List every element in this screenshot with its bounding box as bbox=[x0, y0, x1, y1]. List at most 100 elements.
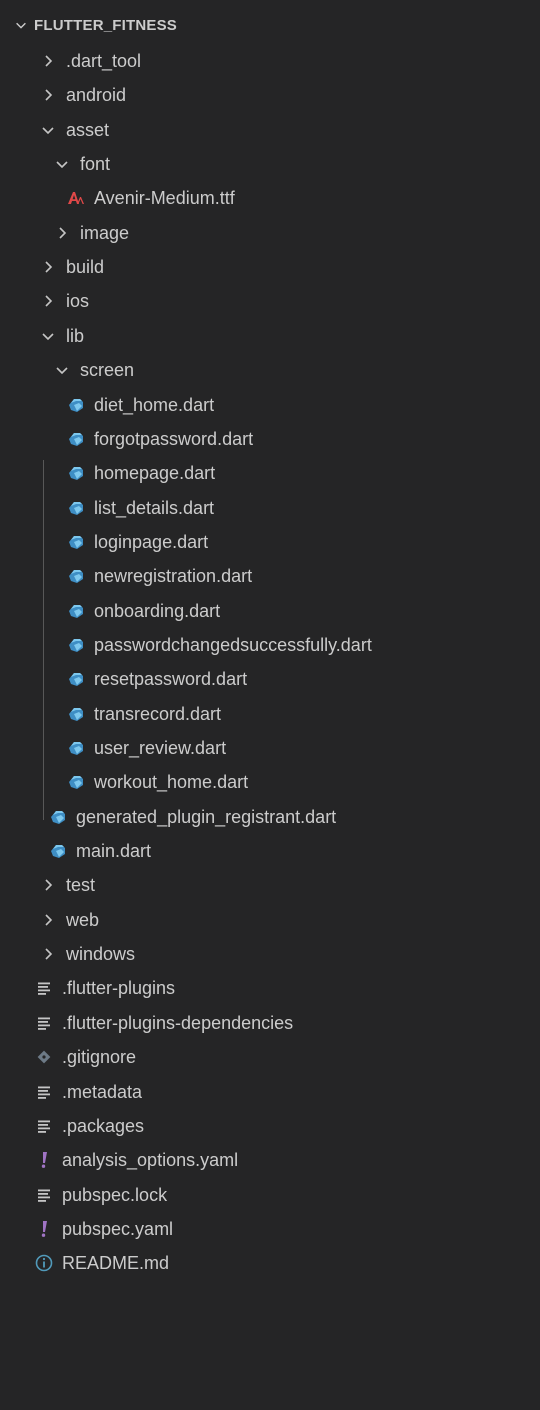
folder-item-lib[interactable]: lib bbox=[0, 319, 540, 353]
dart-file-icon bbox=[48, 841, 68, 861]
dart-file-icon bbox=[66, 395, 86, 415]
chevron-right-icon bbox=[38, 85, 58, 105]
dart-file-icon bbox=[66, 463, 86, 483]
dart-file-icon bbox=[66, 772, 86, 792]
file-item-resetpassword-dart[interactable]: resetpassword.dart bbox=[0, 662, 540, 696]
chevron-right-icon bbox=[38, 51, 58, 71]
folder-item-ios[interactable]: ios bbox=[0, 284, 540, 318]
text-lines-icon bbox=[34, 978, 54, 998]
folder-item-test[interactable]: test bbox=[0, 868, 540, 902]
file-label: .flutter-plugins bbox=[62, 978, 176, 998]
folder-label: android bbox=[66, 85, 127, 105]
file-label: .metadata bbox=[62, 1082, 143, 1102]
folder-label: lib bbox=[66, 326, 85, 346]
file-item-packages[interactable]: .packages bbox=[0, 1109, 540, 1143]
folder-label: test bbox=[66, 875, 96, 895]
file-item-gitignore[interactable]: .gitignore bbox=[0, 1040, 540, 1074]
info-circle-icon bbox=[34, 1253, 54, 1273]
folder-item-dart-tool[interactable]: .dart_tool bbox=[0, 44, 540, 78]
dart-file-icon bbox=[48, 807, 68, 827]
dart-file-icon bbox=[66, 566, 86, 586]
explorer-section-title: FLUTTER_FITNESS bbox=[34, 16, 178, 34]
file-item-transrecord-dart[interactable]: transrecord.dart bbox=[0, 697, 540, 731]
font-file-icon bbox=[66, 188, 86, 208]
file-item-analysis-options-yaml[interactable]: analysis_options.yaml bbox=[0, 1143, 540, 1177]
text-lines-icon bbox=[34, 1082, 54, 1102]
folder-item-build[interactable]: build bbox=[0, 250, 540, 284]
file-item-readme-md[interactable]: README.md bbox=[0, 1246, 540, 1280]
folder-item-windows[interactable]: windows bbox=[0, 937, 540, 971]
file-item-flutter-plugins-dependencies[interactable]: .flutter-plugins-dependencies bbox=[0, 1006, 540, 1040]
folder-item-android[interactable]: android bbox=[0, 78, 540, 112]
file-label: .gitignore bbox=[62, 1047, 137, 1067]
file-label: pubspec.yaml bbox=[62, 1219, 174, 1239]
dart-file-icon bbox=[66, 498, 86, 518]
folder-label: web bbox=[66, 910, 100, 930]
dart-file-icon bbox=[66, 601, 86, 621]
file-label: forgotpassword.dart bbox=[94, 429, 254, 449]
explorer-section-header[interactable]: FLUTTER_FITNESS bbox=[0, 8, 540, 42]
yaml-exclamation-icon bbox=[34, 1219, 54, 1239]
dart-file-icon bbox=[66, 635, 86, 655]
text-lines-icon bbox=[34, 1185, 54, 1205]
folder-item-font[interactable]: font bbox=[0, 147, 540, 181]
folder-item-image[interactable]: image bbox=[0, 216, 540, 250]
file-label: user_review.dart bbox=[94, 738, 227, 758]
chevron-down-icon bbox=[14, 15, 28, 35]
folder-item-web[interactable]: web bbox=[0, 903, 540, 937]
file-item-list-details-dart[interactable]: list_details.dart bbox=[0, 491, 540, 525]
chevron-right-icon bbox=[38, 910, 58, 930]
file-label: Avenir-Medium.ttf bbox=[94, 188, 235, 208]
indent-guide bbox=[43, 460, 44, 820]
file-item-diet-home-dart[interactable]: diet_home.dart bbox=[0, 388, 540, 422]
chevron-right-icon bbox=[38, 875, 58, 895]
file-item-workout-home-dart[interactable]: workout_home.dart bbox=[0, 765, 540, 799]
folder-label: windows bbox=[66, 944, 136, 964]
file-item-pubspec-yaml[interactable]: pubspec.yaml bbox=[0, 1212, 540, 1246]
file-item-onboarding-dart[interactable]: onboarding.dart bbox=[0, 594, 540, 628]
text-lines-icon bbox=[34, 1116, 54, 1136]
folder-label: ios bbox=[66, 291, 90, 311]
file-label: .flutter-plugins-dependencies bbox=[62, 1013, 294, 1033]
git-diamond-icon bbox=[34, 1047, 54, 1067]
chevron-down-icon bbox=[52, 360, 72, 380]
yaml-exclamation-icon bbox=[34, 1150, 54, 1170]
chevron-right-icon bbox=[52, 223, 72, 243]
chevron-right-icon bbox=[38, 291, 58, 311]
text-lines-icon bbox=[34, 1013, 54, 1033]
file-label: main.dart bbox=[76, 841, 152, 861]
file-label: analysis_options.yaml bbox=[62, 1150, 239, 1170]
file-item-homepage-dart[interactable]: homepage.dart bbox=[0, 456, 540, 490]
dart-file-icon bbox=[66, 669, 86, 689]
file-item-generated-plugin-registrant-dart[interactable]: generated_plugin_registrant.dart bbox=[0, 800, 540, 834]
file-item-metadata[interactable]: .metadata bbox=[0, 1075, 540, 1109]
file-label: generated_plugin_registrant.dart bbox=[76, 807, 337, 827]
file-label: newregistration.dart bbox=[94, 566, 253, 586]
folder-item-asset[interactable]: asset bbox=[0, 113, 540, 147]
file-label: loginpage.dart bbox=[94, 532, 209, 552]
dart-file-icon bbox=[66, 532, 86, 552]
file-item-flutter-plugins[interactable]: .flutter-plugins bbox=[0, 971, 540, 1005]
file-item-avenir-medium-ttf[interactable]: Avenir-Medium.ttf bbox=[0, 181, 540, 215]
chevron-down-icon bbox=[38, 120, 58, 140]
dart-file-icon bbox=[66, 429, 86, 449]
folder-label: font bbox=[80, 154, 111, 174]
file-item-loginpage-dart[interactable]: loginpage.dart bbox=[0, 525, 540, 559]
file-item-passwordchangedsuccessfully-dart[interactable]: passwordchangedsuccessfully.dart bbox=[0, 628, 540, 662]
folder-label: build bbox=[66, 257, 105, 277]
file-explorer: FLUTTER_FITNESS .dart_toolandroid asset fo… bbox=[0, 0, 540, 1410]
file-item-forgotpassword-dart[interactable]: forgotpassword.dart bbox=[0, 422, 540, 456]
chevron-down-icon bbox=[52, 154, 72, 174]
folder-item-screen[interactable]: screen bbox=[0, 353, 540, 387]
file-label: homepage.dart bbox=[94, 463, 216, 483]
file-item-pubspec-lock[interactable]: pubspec.lock bbox=[0, 1178, 540, 1212]
file-label: .packages bbox=[62, 1116, 145, 1136]
file-item-main-dart[interactable]: main.dart bbox=[0, 834, 540, 868]
file-item-newregistration-dart[interactable]: newregistration.dart bbox=[0, 559, 540, 593]
file-label: workout_home.dart bbox=[94, 772, 249, 792]
folder-label: .dart_tool bbox=[66, 51, 142, 71]
file-label: README.md bbox=[62, 1253, 170, 1273]
file-item-user-review-dart[interactable]: user_review.dart bbox=[0, 731, 540, 765]
folder-label: asset bbox=[66, 120, 110, 140]
chevron-right-icon bbox=[38, 257, 58, 277]
